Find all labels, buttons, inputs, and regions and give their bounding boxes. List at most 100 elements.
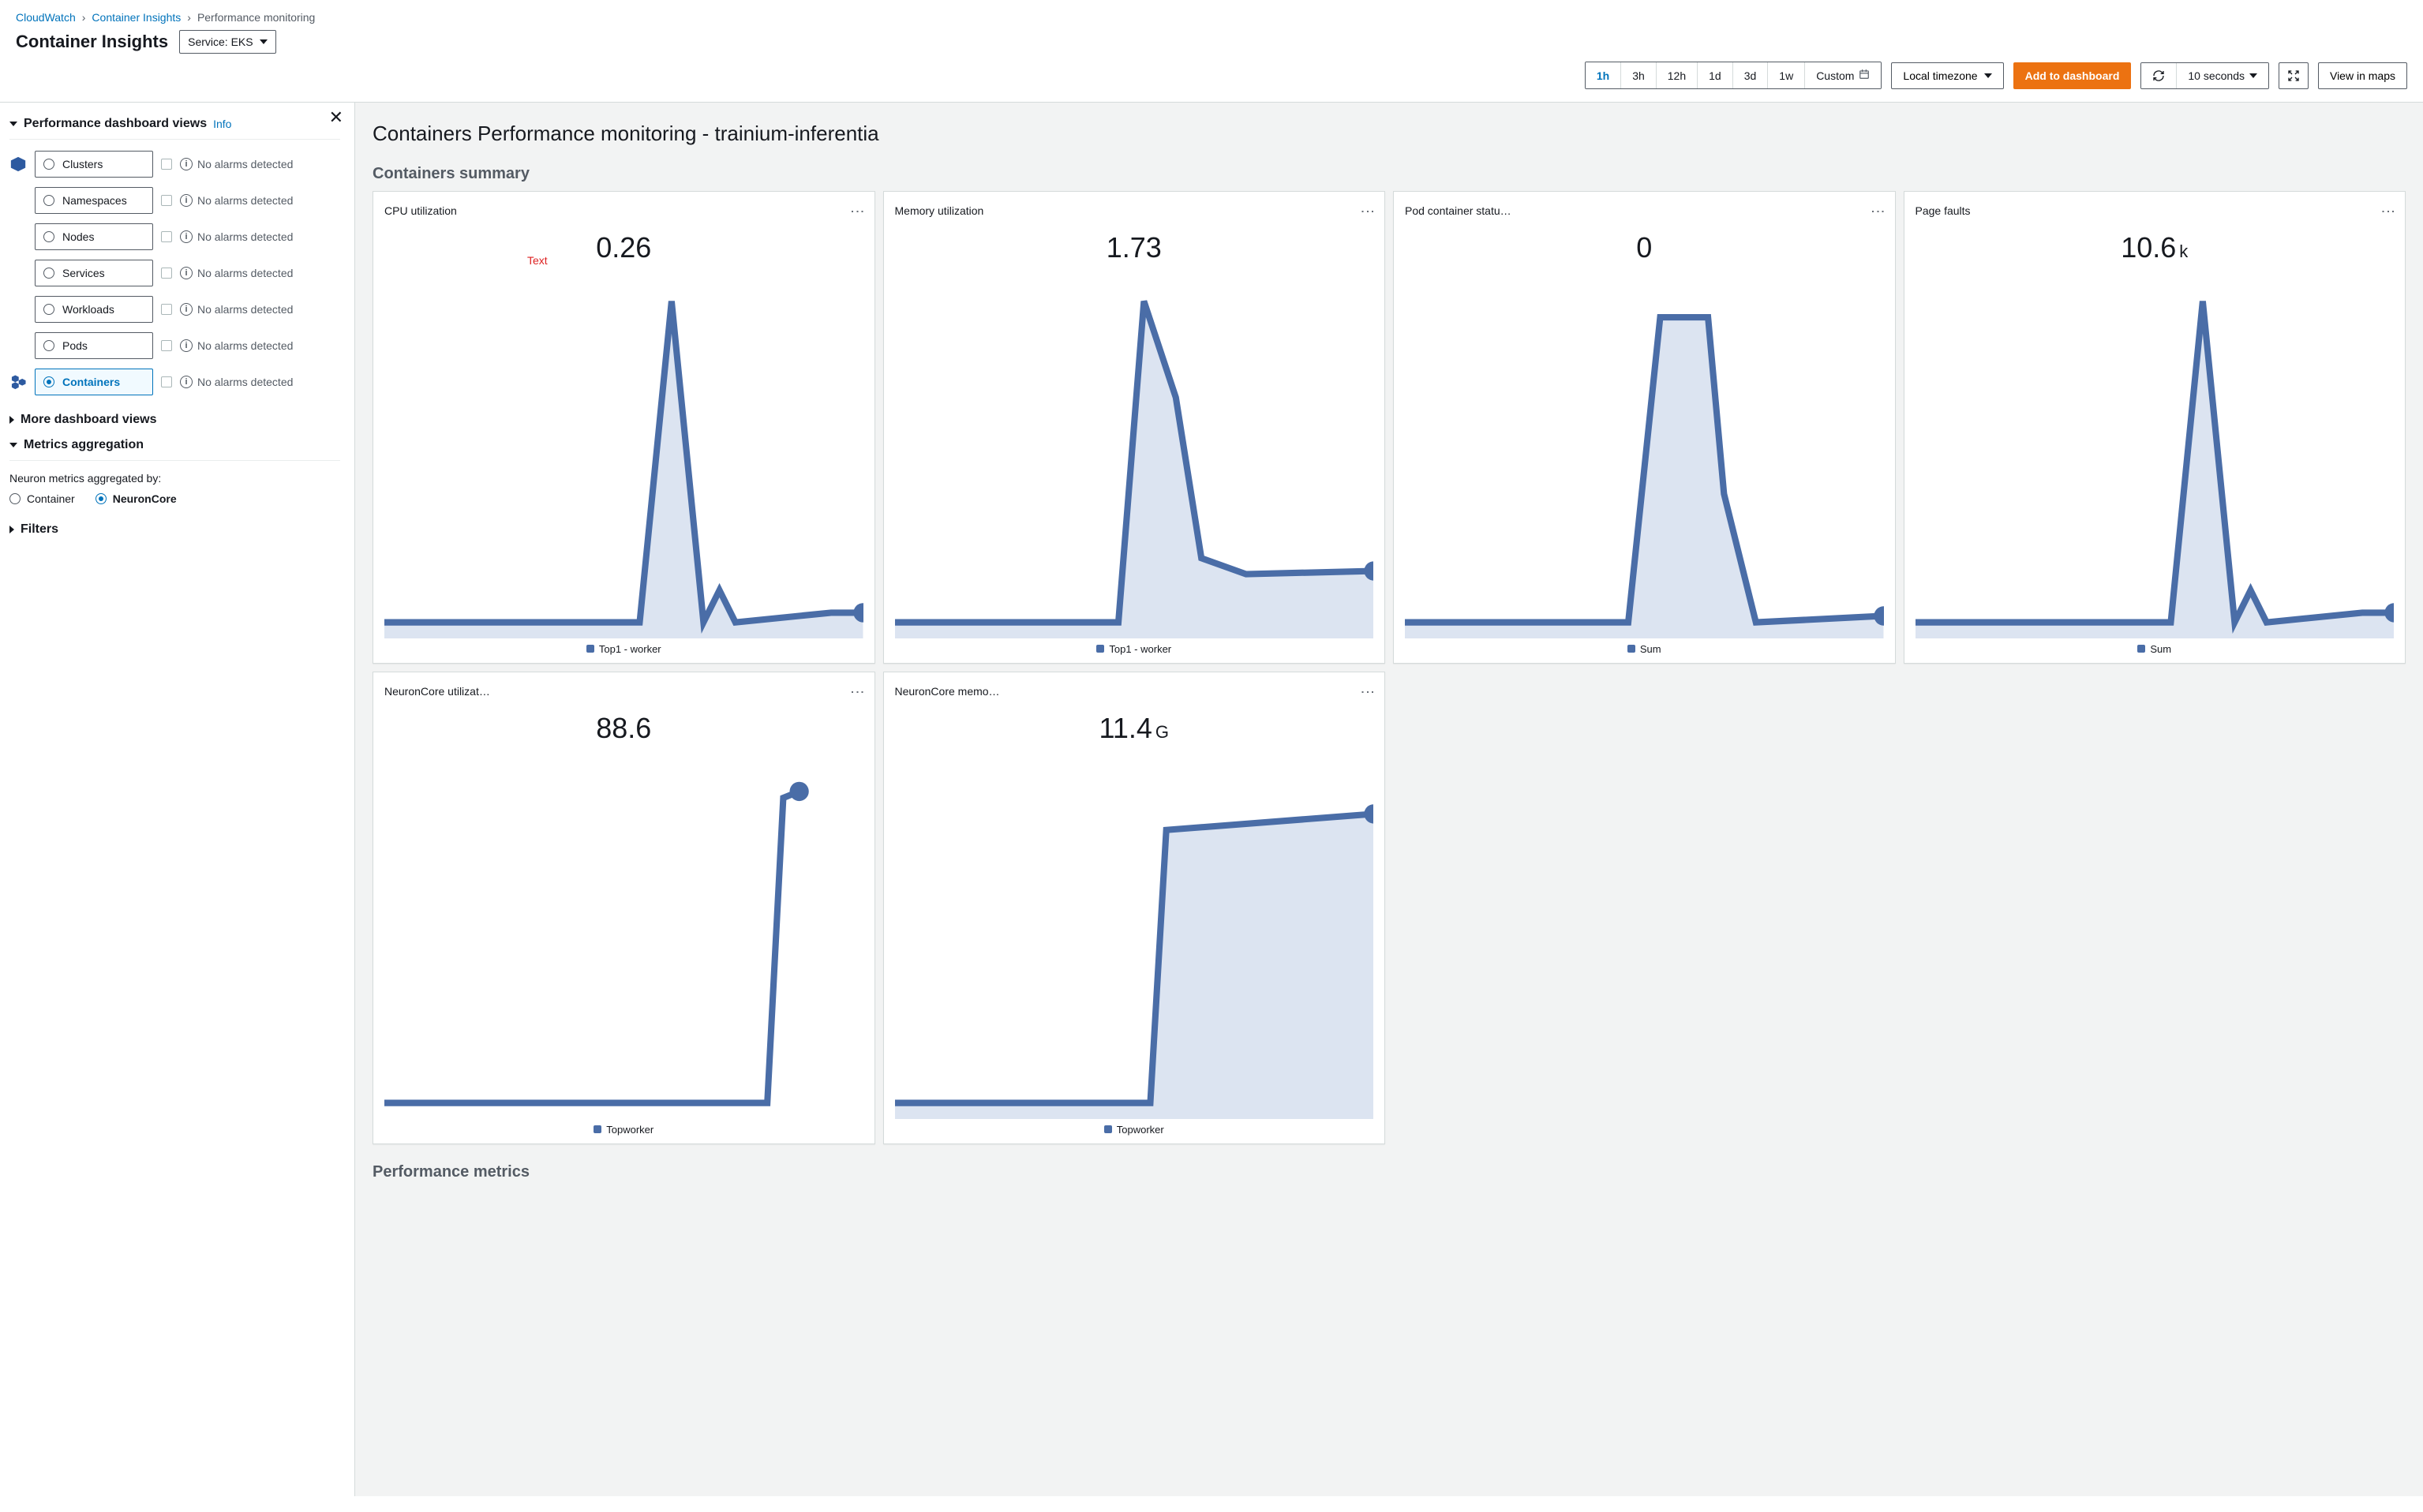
time-range-1h[interactable]: 1h <box>1586 62 1621 88</box>
card-title: CPU utilization <box>384 204 457 217</box>
alarm-text: No alarms detected <box>197 303 293 316</box>
neuron-agg-label: Neuron metrics aggregated by: <box>9 472 340 485</box>
alarm-checkbox[interactable] <box>161 231 172 242</box>
alarm-text: No alarms detected <box>197 230 293 243</box>
alarm-note: iNo alarms detected <box>180 194 293 207</box>
alarm-note: iNo alarms detected <box>180 339 293 352</box>
sidebar-view-label: Workloads <box>62 303 114 316</box>
time-range-3d[interactable]: 3d <box>1733 62 1769 88</box>
info-icon: i <box>180 194 193 207</box>
time-range-12h[interactable]: 12h <box>1657 62 1698 88</box>
neuron-agg-option-neuroncore[interactable]: NeuronCore <box>95 492 177 505</box>
time-range-3h[interactable]: 3h <box>1621 62 1657 88</box>
card-menu-button[interactable]: ⋮ <box>2383 201 2394 220</box>
calendar-icon <box>1859 69 1870 82</box>
sidebar-view-services[interactable]: Services <box>35 260 153 286</box>
sparkline-chart <box>1405 269 1884 638</box>
legend-swatch-icon <box>2137 645 2145 653</box>
radio-icon <box>95 493 107 504</box>
close-sidebar-button[interactable]: ✕ <box>329 107 343 128</box>
time-controls-row: 1h 3h 12h 1d 3d 1w Custom Local timezone… <box>16 57 2407 94</box>
info-icon: i <box>180 267 193 279</box>
time-range-1d[interactable]: 1d <box>1698 62 1733 88</box>
legend-label: Top1 - worker <box>1109 643 1171 655</box>
sidebar-view-clusters[interactable]: Clusters <box>35 151 153 178</box>
info-link[interactable]: Info <box>213 118 231 130</box>
sidebar-view-nodes[interactable]: Nodes <box>35 223 153 250</box>
sparkline-container <box>895 269 1374 638</box>
service-select[interactable]: Service: EKS <box>179 30 275 54</box>
chevron-right-icon: › <box>82 11 86 24</box>
more-views-label: More dashboard views <box>21 413 157 427</box>
card-menu-button[interactable]: ⋮ <box>1873 201 1884 220</box>
fullscreen-button[interactable] <box>2279 62 2309 89</box>
alarm-checkbox[interactable] <box>161 268 172 279</box>
neuron-agg-option-label: Container <box>27 492 75 505</box>
more-views-header[interactable]: More dashboard views <box>9 413 340 427</box>
time-range-segmented: 1h 3h 12h 1d 3d 1w Custom <box>1585 62 1882 89</box>
summary-heading: Containers summary <box>373 165 2406 183</box>
card-menu-button[interactable]: ⋮ <box>852 682 863 701</box>
alarm-checkbox[interactable] <box>161 195 172 206</box>
service-select-label: Service: EKS <box>188 36 253 48</box>
time-range-1w[interactable]: 1w <box>1768 62 1805 88</box>
card-menu-button[interactable]: ⋮ <box>1362 682 1373 701</box>
perf-views-header[interactable]: Performance dashboard views Info <box>9 117 340 140</box>
metric-value: 0 <box>1405 231 1884 264</box>
metric-card: Page faults⋮10.6k Sum <box>1904 191 2406 664</box>
sidebar-view-label: Clusters <box>62 158 103 170</box>
breadcrumb: CloudWatch › Container Insights › Perfor… <box>16 11 2407 24</box>
sidebar-view-namespaces[interactable]: Namespaces <box>35 187 153 214</box>
metrics-agg-header[interactable]: Metrics aggregation <box>9 438 340 461</box>
refresh-button[interactable] <box>2141 63 2177 88</box>
timezone-select[interactable]: Local timezone <box>1891 62 2003 89</box>
legend-swatch-icon <box>1627 645 1635 653</box>
caret-down-icon <box>2249 73 2257 78</box>
sidebar-view-pods[interactable]: Pods <box>35 332 153 359</box>
card-title: Memory utilization <box>895 204 984 217</box>
chevron-right-icon: › <box>187 11 191 24</box>
sparkline-chart <box>895 750 1374 1119</box>
card-title: NeuronCore memo… <box>895 685 1000 698</box>
alarm-text: No alarms detected <box>197 339 293 352</box>
sidebar-view-row: ClustersiNo alarms detected <box>35 151 340 178</box>
view-in-maps-button[interactable]: View in maps <box>2318 62 2407 89</box>
sidebar-view-containers[interactable]: Containers <box>35 369 153 395</box>
caret-down-icon <box>260 39 268 44</box>
alarm-checkbox[interactable] <box>161 376 172 387</box>
alarm-checkbox[interactable] <box>161 340 172 351</box>
alarm-checkbox[interactable] <box>161 304 172 315</box>
alarm-note: i No alarms detected <box>180 230 293 243</box>
hexagon-cluster-icon <box>9 369 27 392</box>
sidebar-view-row: Pods iNo alarms detected <box>35 332 340 359</box>
metrics-agg-label: Metrics aggregation <box>24 438 144 452</box>
card-header: Pod container statu…⋮ <box>1405 201 1884 220</box>
metric-card: Memory utilization⋮1.73 Top1 - worker <box>883 191 1386 664</box>
refresh-interval-select[interactable]: 10 seconds <box>2177 63 2268 88</box>
card-legend: Sum <box>1916 643 2395 655</box>
sidebar-view-workloads[interactable]: Workloads <box>35 296 153 323</box>
sidebar-view-row: Namespaces iNo alarms detected <box>35 187 340 214</box>
time-range-custom[interactable]: Custom <box>1805 62 1881 88</box>
card-header: NeuronCore utilizat…⋮ <box>384 682 863 701</box>
card-legend: Sum <box>1405 643 1884 655</box>
legend-label: Topworker <box>1117 1124 1164 1136</box>
card-menu-button[interactable]: ⋮ <box>852 201 863 220</box>
filters-label: Filters <box>21 522 58 537</box>
caret-down-icon <box>9 122 17 126</box>
card-header: NeuronCore memo… ⋮ <box>895 682 1374 701</box>
alarm-checkbox[interactable] <box>161 159 172 170</box>
card-menu-button[interactable]: ⋮ <box>1362 201 1373 220</box>
breadcrumb-cloudwatch[interactable]: CloudWatch <box>16 11 76 24</box>
sparkline-container <box>1405 269 1884 638</box>
alarm-note: iNo alarms detected <box>180 376 293 388</box>
refresh-interval-label: 10 seconds <box>2188 69 2245 82</box>
radio-icon <box>43 159 54 170</box>
add-to-dashboard-button[interactable]: Add to dashboard <box>2013 62 2132 89</box>
perf-views-header-label: Performance dashboard views <box>24 117 207 131</box>
breadcrumb-current: Performance monitoring <box>197 11 315 24</box>
filters-header[interactable]: Filters <box>9 522 340 537</box>
neuron-agg-option-container[interactable]: Container <box>9 492 75 505</box>
info-icon: i <box>180 230 193 243</box>
breadcrumb-container-insights[interactable]: Container Insights <box>92 11 181 24</box>
